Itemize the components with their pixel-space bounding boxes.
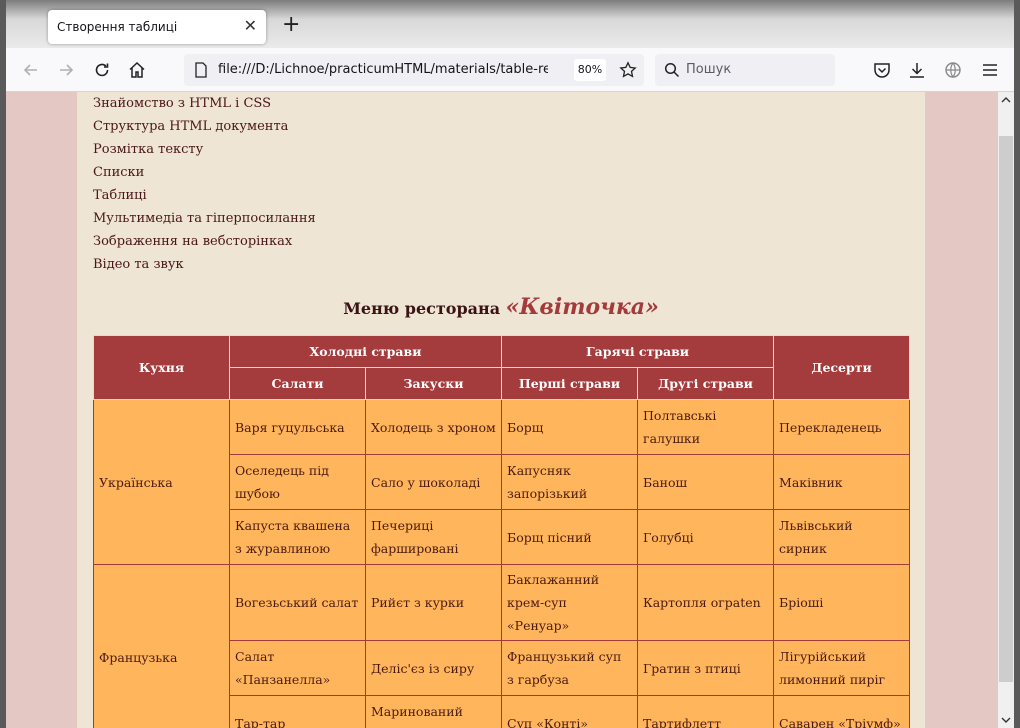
scroll-down-arrow-icon[interactable] bbox=[1001, 715, 1011, 725]
header-salads: Салати bbox=[229, 367, 366, 400]
address-bar[interactable]: file:///D:/Lichnoe/practicumHTML/materia… bbox=[184, 54, 644, 86]
zoom-level[interactable]: 80% bbox=[574, 59, 606, 81]
scrollbar-thumb[interactable] bbox=[999, 136, 1013, 682]
header-cuisine: Кухня bbox=[93, 335, 230, 400]
dish-cell: Картопля ограten bbox=[637, 564, 775, 641]
dish-cell: Капусняк запорізький bbox=[501, 454, 639, 510]
header-desserts: Десерти bbox=[773, 335, 911, 400]
dish-cell: Полтавські галушки bbox=[637, 399, 775, 455]
header-second-courses: Другі страви bbox=[637, 367, 775, 400]
forward-arrow-icon[interactable] bbox=[56, 60, 76, 80]
topic-link[interactable]: Відео та звук bbox=[93, 255, 316, 278]
dish-cell: Гратин з птиці bbox=[637, 640, 775, 696]
page-content: Знайомство з HTML і CSS Структура HTML д… bbox=[77, 92, 925, 728]
reload-icon[interactable] bbox=[92, 60, 112, 80]
pocket-icon[interactable] bbox=[872, 60, 892, 80]
cuisine-cell: Французька bbox=[93, 564, 230, 728]
url-text[interactable]: file:///D:/Lichnoe/practicumHTML/materia… bbox=[218, 62, 548, 77]
topic-link[interactable]: Структура HTML документа bbox=[93, 117, 316, 140]
dish-cell: Лігурійський лимонний пиріг bbox=[773, 640, 911, 696]
dish-cell: Банош bbox=[637, 454, 775, 510]
navigation-toolbar: file:///D:/Lichnoe/practicumHTML/materia… bbox=[6, 48, 1014, 92]
download-icon[interactable] bbox=[907, 60, 927, 80]
dish-cell: Салат «Панзанелла» bbox=[229, 640, 366, 696]
header-first-courses: Перші страви bbox=[501, 367, 639, 400]
dish-cell: Баклажанний крем-суп «Ренуар» bbox=[501, 564, 639, 641]
topic-link[interactable]: Таблиці bbox=[93, 186, 316, 209]
page-icon bbox=[195, 62, 207, 78]
dish-cell: Вогезьський салат bbox=[229, 564, 366, 641]
dish-cell: Тартифлетт bbox=[637, 695, 775, 728]
tab-bar: Створення таблиці ✕ + bbox=[6, 0, 1014, 48]
search-placeholder: Пошук bbox=[686, 62, 732, 77]
topic-link[interactable]: Списки bbox=[93, 163, 316, 186]
menu-heading-text: Меню ресторана bbox=[343, 299, 501, 318]
dish-cell: Французький суп з гарбуза bbox=[501, 640, 639, 696]
dish-cell: Варя гуцульська bbox=[229, 399, 366, 455]
cuisine-cell: Українська bbox=[93, 399, 230, 565]
extensions-globe-icon[interactable] bbox=[943, 60, 963, 80]
browser-window: Створення таблиці ✕ + file:///D:/Lichnoe… bbox=[6, 0, 1014, 728]
topic-link[interactable]: Знайомство з HTML і CSS bbox=[93, 94, 316, 117]
dish-cell: Тар-тар bbox=[229, 695, 366, 728]
scroll-up-arrow-icon[interactable] bbox=[1001, 95, 1011, 105]
dish-cell: Капуста квашена з журавлиною bbox=[229, 509, 366, 565]
tab-active[interactable]: Створення таблиці ✕ bbox=[48, 10, 266, 44]
menu-heading: Меню ресторана «Квіточка» bbox=[77, 294, 925, 320]
dish-cell: Перекладенець bbox=[773, 399, 911, 455]
topics-list: Знайомство з HTML і CSS Структура HTML д… bbox=[93, 94, 316, 278]
home-icon[interactable] bbox=[127, 60, 147, 80]
restaurant-brand: «Квіточка» bbox=[505, 294, 659, 320]
topic-link[interactable]: Зображення на вебсторінках bbox=[93, 232, 316, 255]
search-field[interactable]: Пошук bbox=[655, 54, 835, 86]
dish-cell: Оселедець під шубою bbox=[229, 454, 366, 510]
vertical-scrollbar[interactable] bbox=[998, 92, 1014, 728]
menu-table: Кухня Холодні страви Гарячі страви Десер… bbox=[93, 335, 911, 728]
dish-cell: Рийєт з курки bbox=[364, 564, 503, 641]
dish-cell: Сало у шоколаді bbox=[364, 454, 503, 510]
header-hot-dishes: Гарячі страви bbox=[501, 335, 775, 368]
topic-link[interactable]: Розмітка тексту bbox=[93, 140, 316, 163]
hamburger-menu-icon[interactable] bbox=[980, 60, 1000, 80]
dish-cell: Борщ bbox=[501, 399, 639, 455]
header-cold-dishes: Холодні страви bbox=[228, 335, 503, 368]
plus-icon[interactable]: + bbox=[282, 14, 300, 36]
page-viewport: Знайомство з HTML і CSS Структура HTML д… bbox=[6, 92, 998, 728]
dish-cell: Бріоші bbox=[773, 564, 911, 641]
star-icon[interactable] bbox=[619, 61, 637, 79]
dish-cell: Маринований лосось bbox=[364, 695, 503, 728]
dish-cell: Голубці bbox=[637, 509, 775, 565]
dish-cell: Деліс'єз із сиру bbox=[364, 640, 503, 696]
dish-cell: Холодець з хроном bbox=[364, 399, 503, 455]
dish-cell: Саварен «Тріумф» bbox=[773, 695, 911, 728]
topic-link[interactable]: Мультимедіа та гіперпосилання bbox=[93, 209, 316, 232]
tab-title: Створення таблиці bbox=[57, 20, 178, 34]
close-icon[interactable]: ✕ bbox=[244, 17, 257, 35]
header-snacks: Закуски bbox=[364, 367, 503, 400]
dish-cell: Суп «Конті» bbox=[501, 695, 639, 728]
dish-cell: Маківник bbox=[773, 454, 911, 510]
dish-cell: Печериці фаршировані bbox=[364, 509, 503, 565]
dish-cell: Борщ пісний bbox=[501, 509, 639, 565]
search-icon bbox=[664, 62, 680, 78]
dish-cell: Львівський сирник bbox=[773, 509, 911, 565]
back-arrow-icon[interactable] bbox=[21, 60, 41, 80]
